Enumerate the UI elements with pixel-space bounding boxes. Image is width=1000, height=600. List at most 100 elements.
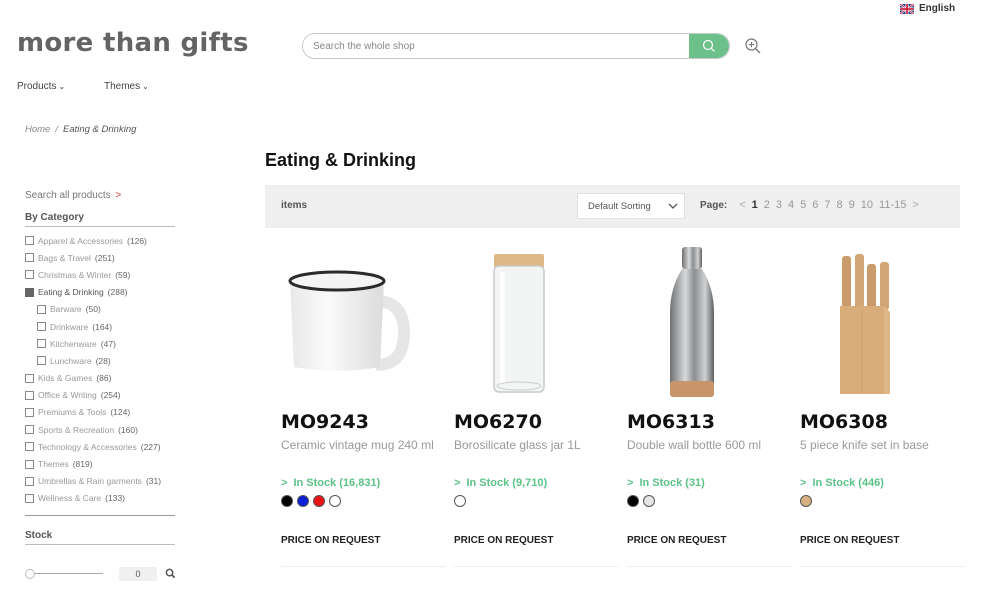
nav-themes[interactable]: Themes ⌄ [104,81,149,92]
category-label: Themes [38,459,69,470]
color-swatch[interactable] [454,495,466,507]
category-checkbox[interactable] [25,459,34,469]
category-label: Bags & Travel [38,252,91,263]
product-description: Borosilicate glass jar 1L [454,438,581,452]
search-input[interactable] [303,34,689,58]
page-link[interactable]: 4 [788,199,794,211]
category-item[interactable]: Umbrellas & Rain garments (31) [25,473,175,490]
category-checkbox[interactable] [25,253,34,263]
category-checkbox[interactable] [25,442,34,452]
category-label: Apparel & Accessories [38,235,124,246]
search-all-products-link[interactable]: Search all products > [25,190,175,201]
language-label: English [919,3,956,14]
nav-products[interactable]: Products ⌄ [17,81,65,92]
category-checkbox[interactable] [37,356,46,366]
search-icon[interactable] [165,568,176,579]
product-image-knife-set[interactable] [790,240,940,405]
stock-status: > In Stock (16,831) [281,477,380,489]
color-swatch[interactable] [643,495,655,507]
category-item[interactable]: Themes (819) [25,455,175,472]
category-item[interactable]: Kitchenware (47) [25,335,175,352]
sort-select[interactable]: Default Sorting [577,193,685,219]
product-image-mug[interactable] [271,240,421,405]
category-checkbox[interactable] [25,493,34,503]
page-link[interactable]: 9 [849,199,855,211]
category-item[interactable]: Kids & Games (86) [25,370,175,387]
color-swatch[interactable] [800,495,812,507]
category-checkbox[interactable] [25,476,34,486]
page-link[interactable]: 7 [824,199,830,211]
page-link[interactable]: 11-15 [879,199,906,211]
category-item[interactable]: Technology & Accessories (227) [25,438,175,455]
next-page-button[interactable]: > [912,199,918,211]
color-swatch[interactable] [297,495,309,507]
category-count: (160) [118,424,138,435]
product-code[interactable]: MO6313 [627,411,715,433]
category-item[interactable]: Bags & Travel (251) [25,249,175,266]
category-item[interactable]: Sports & Recreation (160) [25,421,175,438]
category-item[interactable]: Premiums & Tools (124) [25,404,175,421]
page-link[interactable]: 5 [800,199,806,211]
pagination: Page: < 1 2 3 4 5 6 7 8 9 10 11-15 > [700,199,925,211]
product-code[interactable]: MO6308 [800,411,888,433]
product-code[interactable]: MO6270 [454,411,542,433]
logo[interactable]: more than gifts [17,28,249,58]
stock-slider-handle[interactable] [25,569,35,579]
chevron-right-icon: > [800,477,807,489]
category-item[interactable]: Office & Writing (254) [25,387,175,404]
color-swatch[interactable] [281,495,293,507]
stock-status: > In Stock (31) [627,477,705,489]
category-item[interactable]: Wellness & Care (133) [25,490,175,507]
product-description: Ceramic vintage mug 240 ml [281,438,434,452]
category-item[interactable]: Drinkware (164) [25,318,175,335]
product-card: MO6270 Borosilicate glass jar 1L > In Stock… [454,240,627,570]
category-item[interactable]: Barware (50) [25,301,175,318]
category-item[interactable]: Eating & Drinking (288) [25,284,175,301]
color-swatch[interactable] [329,495,341,507]
category-label: Technology & Accessories [38,441,137,452]
page-link[interactable]: 3 [776,199,782,211]
divider [627,566,792,567]
page-link[interactable]: 8 [837,199,843,211]
category-checkbox[interactable] [25,287,34,297]
page-link[interactable]: 1 [752,199,758,211]
category-checkbox[interactable] [25,373,34,383]
color-swatches [627,495,655,507]
advanced-search-icon[interactable] [744,37,762,55]
stock-input[interactable] [119,567,157,581]
listing-toolbar: items Default Sorting Page: < 1234567891… [265,185,960,228]
category-checkbox[interactable] [37,304,46,314]
stock-status: > In Stock (446) [800,477,884,489]
category-label: Lunchware [50,355,92,366]
category-checkbox[interactable] [37,322,46,332]
product-image-bottle[interactable] [617,240,767,405]
category-count: (126) [127,235,147,246]
color-swatch[interactable] [313,495,325,507]
category-checkbox[interactable] [25,270,34,280]
prev-page-button[interactable]: < [739,199,745,211]
language-selector[interactable]: English [900,3,955,14]
page-link[interactable]: 10 [861,199,873,211]
category-item[interactable]: Christmas & Winter (59) [25,266,175,283]
search-icon [702,39,715,52]
category-label: Wellness & Care [38,493,102,504]
page-link[interactable]: 2 [764,199,770,211]
category-checkbox[interactable] [25,407,34,417]
category-checkbox[interactable] [25,425,34,435]
divider [25,515,175,516]
category-checkbox[interactable] [25,236,34,246]
category-label: Umbrellas & Rain garments [38,476,142,487]
breadcrumb-home[interactable]: Home [25,124,50,135]
search-button[interactable] [689,34,729,58]
category-item[interactable]: Apparel & Accessories (126) [25,232,175,249]
product-description: Double wall bottle 600 ml [627,438,762,452]
category-count: (227) [140,441,161,452]
product-image-glass-jar[interactable] [444,240,594,405]
category-checkbox[interactable] [37,339,46,349]
product-code[interactable]: MO9243 [281,411,369,433]
stock-slider-track[interactable] [29,573,103,574]
category-checkbox[interactable] [25,390,34,400]
page-link[interactable]: 6 [812,199,818,211]
category-item[interactable]: Lunchware (28) [25,352,175,369]
color-swatch[interactable] [627,495,639,507]
